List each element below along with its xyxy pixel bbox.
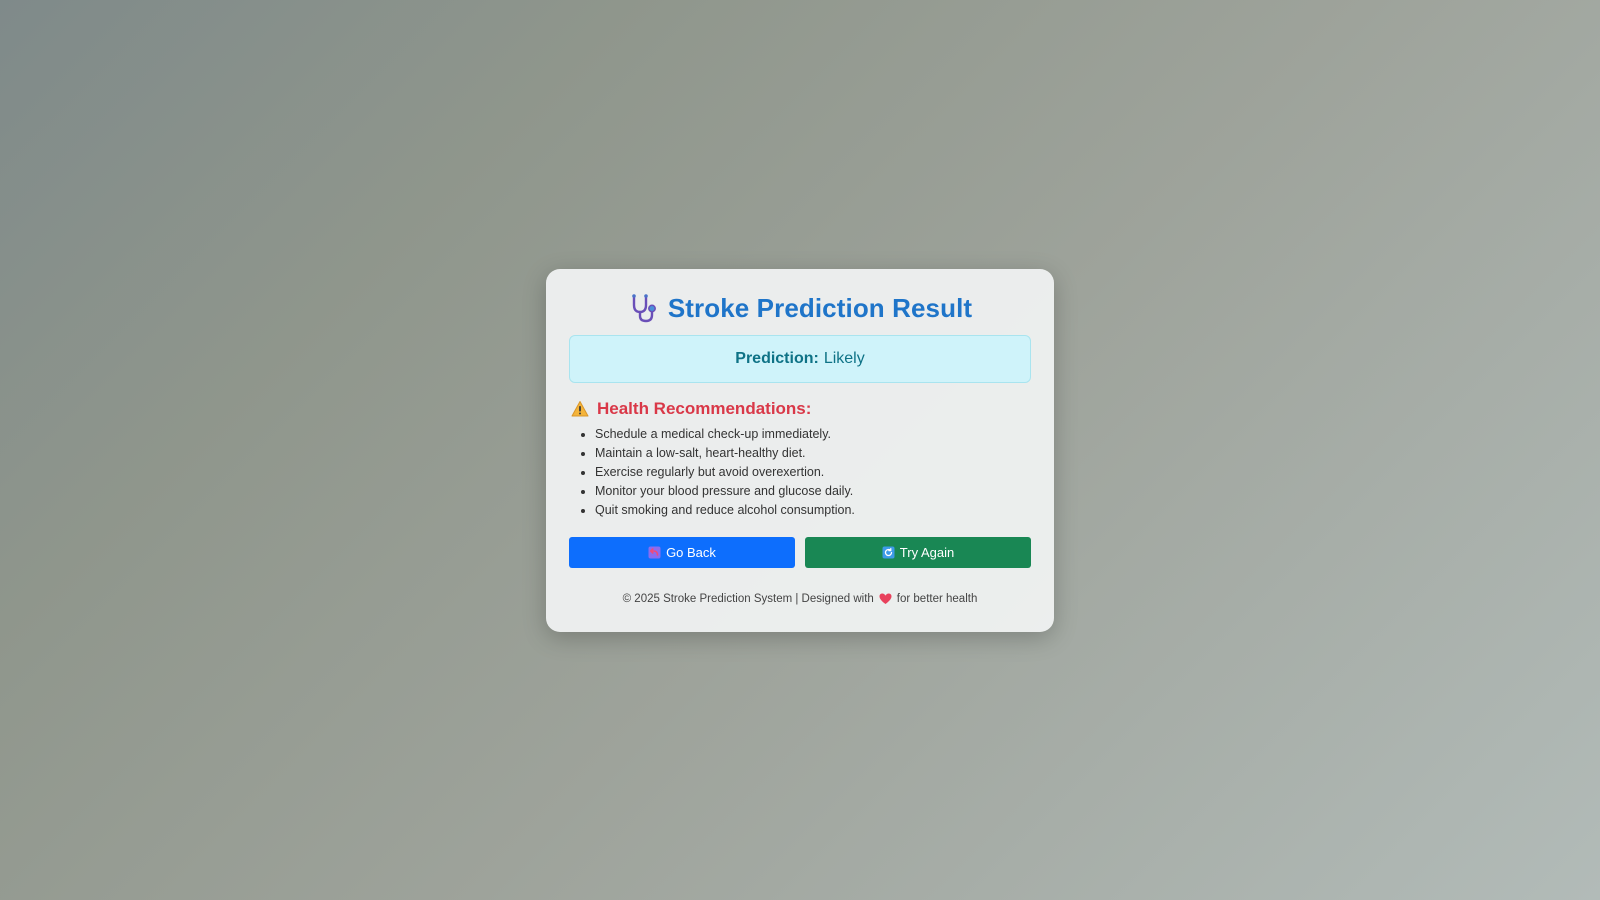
recommendations-list: Schedule a medical check-up immediately.… (569, 425, 1031, 520)
result-card: Stroke Prediction Result Prediction: Lik… (546, 269, 1054, 632)
heart-icon (879, 593, 892, 605)
try-again-button[interactable]: Try Again (805, 537, 1031, 568)
go-back-button[interactable]: Go Back (569, 537, 795, 568)
footer: © 2025 Stroke Prediction System | Design… (569, 593, 1031, 605)
action-buttons: Go Back Try Again (569, 537, 1031, 568)
list-item: Maintain a low-salt, heart-healthy diet. (595, 444, 1031, 463)
stethoscope-icon (628, 293, 658, 323)
prediction-value: Likely (823, 350, 865, 367)
footer-suffix: for better health (896, 593, 978, 605)
try-again-label: Try Again (899, 545, 955, 560)
list-item: Schedule a medical check-up immediately. (595, 425, 1031, 444)
footer-prefix: © 2025 Stroke Prediction System | Design… (622, 593, 874, 605)
back-arrow-icon (648, 546, 661, 559)
page-title: Stroke Prediction Result (667, 292, 973, 323)
title-row: Stroke Prediction Result (569, 291, 1031, 325)
list-item: Exercise regularly but avoid overexertio… (595, 463, 1031, 482)
prediction-label: Prediction: (735, 350, 819, 367)
recommendations-heading: Health Recommendations: (569, 398, 1031, 420)
prediction-alert: Prediction: Likely (569, 335, 1031, 383)
refresh-icon (882, 546, 895, 559)
go-back-label: Go Back (666, 545, 716, 560)
list-item: Quit smoking and reduce alcohol consumpt… (595, 501, 1031, 520)
warning-icon (571, 400, 589, 418)
recommendations-heading-text: Health Recommendations: (597, 399, 812, 418)
list-item: Monitor your blood pressure and glucose … (595, 482, 1031, 501)
